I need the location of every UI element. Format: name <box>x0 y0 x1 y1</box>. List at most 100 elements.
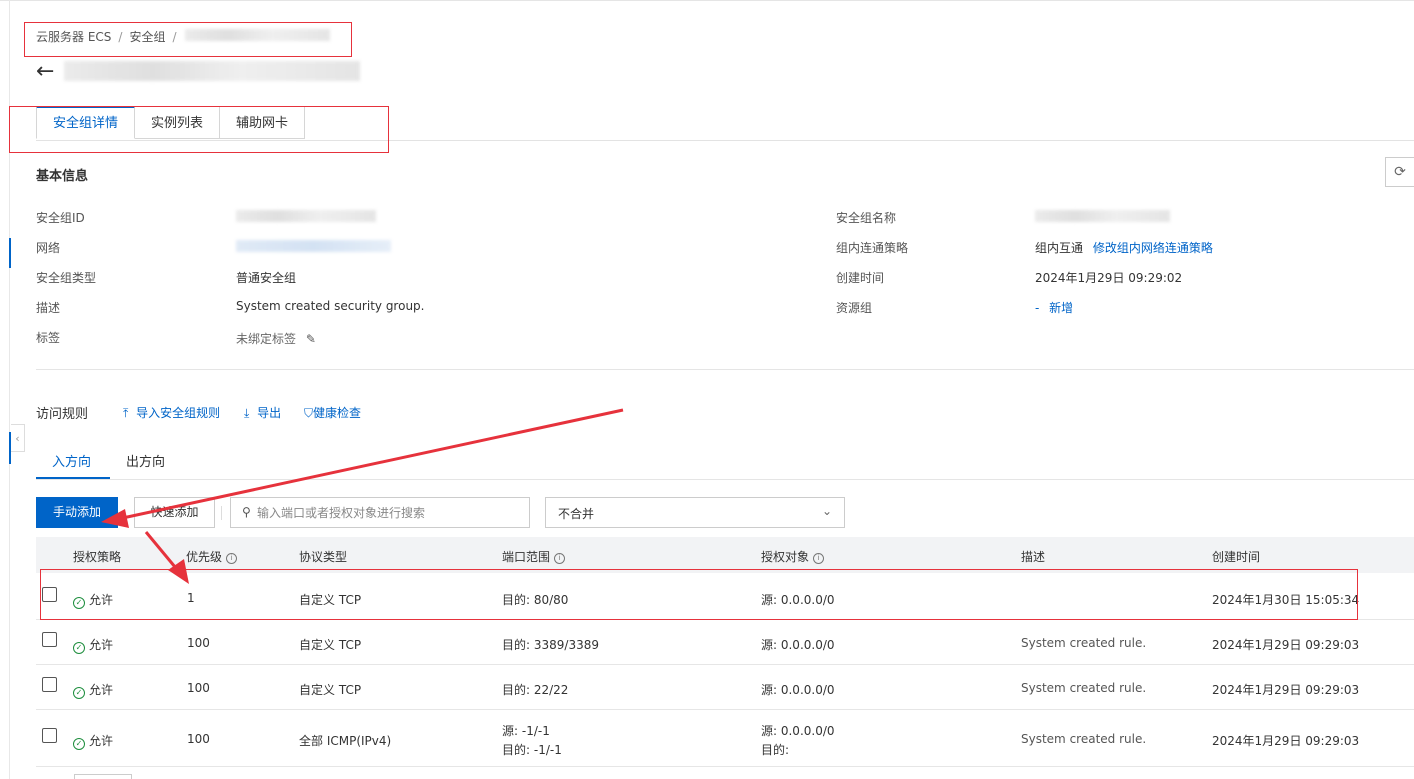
row-port: 目的: 22/22 <box>502 683 569 697</box>
refresh-button[interactable]: ⟳ <box>1385 157 1414 187</box>
row-checkbox[interactable] <box>42 728 57 743</box>
rule-search-box: ⚲ <box>230 497 530 528</box>
row-priority: 100 <box>187 681 210 695</box>
field-label-intra-policy: 组内连通策略 <box>836 241 909 255</box>
direction-tabs-divider <box>36 479 1414 480</box>
field-label-description: 描述 <box>36 301 61 315</box>
resource-group-value: - <box>1035 301 1040 315</box>
field-label-tags: 标签 <box>36 331 61 345</box>
row-source: 源: 0.0.0.0/0 <box>761 724 835 738</box>
basic-info-title: 基本信息 <box>36 169 89 184</box>
col-source: 授权对象 i <box>761 548 825 565</box>
field-label-resource-group: 资源组 <box>836 301 873 315</box>
upload-icon: ⤒ <box>123 406 129 420</box>
col-port-range: 端口范围 i <box>502 548 566 565</box>
row-port-dest: 目的: -1/-1 <box>502 743 562 757</box>
search-icon: ⚲ <box>242 505 251 519</box>
row-priority: 100 <box>187 636 210 650</box>
row-divider <box>36 766 1414 767</box>
annotation-box-row <box>40 569 1358 620</box>
top-border <box>0 0 1414 1</box>
chevron-down-icon: ⌄ <box>821 504 832 518</box>
quick-add-button[interactable]: 快速添加 <box>134 497 215 528</box>
row-desc: System created rule. <box>1021 732 1147 746</box>
field-label-sg-id: 安全组ID <box>36 211 85 225</box>
col-port-range-label: 端口范围 <box>502 550 551 564</box>
field-value-tags: 未绑定标签 ✎ <box>236 330 316 347</box>
rule-search-input[interactable] <box>257 498 525 527</box>
check-circle-icon: ✓ <box>73 642 85 654</box>
field-label-created: 创建时间 <box>836 271 885 285</box>
row-protocol: 自定义 TCP <box>299 683 362 697</box>
row-created: 2024年1月29日 09:29:03 <box>1212 638 1360 652</box>
pagination-stub[interactable] <box>74 774 132 779</box>
rules-table-header <box>36 537 1414 573</box>
refresh-icon: ⟳ <box>1394 164 1406 180</box>
col-description: 描述 <box>1021 550 1046 564</box>
row-protocol: 全部 ICMP(IPv4) <box>299 734 392 748</box>
annotation-box-tabs <box>9 106 389 153</box>
active-tab-indicator <box>36 477 110 479</box>
col-priority: 优先级 i <box>186 548 238 565</box>
health-check-label: 健康检查 <box>313 406 362 420</box>
manual-add-button[interactable]: 手动添加 <box>36 497 118 528</box>
redacted-title <box>64 61 360 81</box>
row-policy-label: 允许 <box>89 638 114 652</box>
redacted-sg-name <box>1035 210 1170 222</box>
row-desc: System created rule. <box>1021 681 1147 695</box>
section-divider <box>36 369 1414 370</box>
import-rules-label: 导入安全组规则 <box>136 406 221 420</box>
col-priority-label: 优先级 <box>186 550 223 564</box>
health-check-action[interactable]: ⛉健康检查 <box>304 404 361 421</box>
row-created: 2024年1月29日 09:29:03 <box>1212 683 1360 697</box>
toolbar-separator <box>221 506 222 520</box>
field-label-network: 网络 <box>36 241 61 255</box>
collapse-sidebar-button[interactable]: ‹ <box>11 424 25 452</box>
row-policy: ✓ 允许 <box>73 681 113 699</box>
row-policy: ✓ 允许 <box>73 636 113 654</box>
row-port: 源: -1/-1 <box>502 724 550 738</box>
col-protocol: 协议类型 <box>299 550 348 564</box>
check-circle-icon: ✓ <box>73 738 85 750</box>
field-value-resource-group: - 新增 <box>1035 299 1073 316</box>
intra-policy-value: 组内互通 <box>1035 241 1084 255</box>
row-checkbox[interactable] <box>42 632 57 647</box>
redacted-network-link[interactable] <box>236 240 391 252</box>
field-label-sg-type: 安全组类型 <box>36 271 97 285</box>
field-value-description: System created security group. <box>236 299 425 313</box>
access-rules-title: 访问规则 <box>36 407 89 422</box>
info-icon[interactable]: i <box>813 553 825 564</box>
back-arrow-icon[interactable]: ← <box>36 59 54 85</box>
field-value-intra-policy: 组内互通 修改组内网络连通策略 <box>1035 239 1213 256</box>
col-policy: 授权策略 <box>73 550 122 564</box>
row-checkbox[interactable] <box>42 677 57 692</box>
merge-select[interactable]: 不合并 ⌄ <box>545 497 845 528</box>
col-created: 创建时间 <box>1212 550 1261 564</box>
field-value-sg-type: 普通安全组 <box>236 271 297 285</box>
shield-icon: ⛉ <box>304 406 314 420</box>
export-action[interactable]: ⤓ 导出 <box>244 404 281 421</box>
row-protocol: 自定义 TCP <box>299 638 362 652</box>
annotation-box-breadcrumb <box>24 22 352 57</box>
row-port: 目的: 3389/3389 <box>502 638 599 652</box>
row-priority: 100 <box>187 732 210 746</box>
modify-intra-policy-link[interactable]: 修改组内网络连通策略 <box>1093 241 1213 255</box>
info-icon[interactable]: i <box>554 553 566 564</box>
download-icon: ⤓ <box>244 406 250 420</box>
row-policy-label: 允许 <box>89 734 114 748</box>
row-created: 2024年1月29日 09:29:03 <box>1212 734 1360 748</box>
left-nav-marker <box>9 238 11 268</box>
tags-value: 未绑定标签 <box>236 332 297 346</box>
info-icon[interactable]: i <box>226 553 238 564</box>
import-rules-action[interactable]: ⤒ 导入安全组规则 <box>123 404 220 421</box>
row-source-dest: 目的: <box>761 743 790 757</box>
row-divider <box>36 709 1414 710</box>
col-source-label: 授权对象 <box>761 550 810 564</box>
tab-inbound[interactable]: 入方向 <box>52 451 91 470</box>
field-label-sg-name: 安全组名称 <box>836 211 897 225</box>
add-resource-group-link[interactable]: 新增 <box>1049 301 1073 315</box>
tab-outbound[interactable]: 出方向 <box>126 451 165 470</box>
row-policy: ✓ 允许 <box>73 732 113 750</box>
check-circle-icon: ✓ <box>73 687 85 699</box>
edit-pencil-icon[interactable]: ✎ <box>306 332 316 346</box>
